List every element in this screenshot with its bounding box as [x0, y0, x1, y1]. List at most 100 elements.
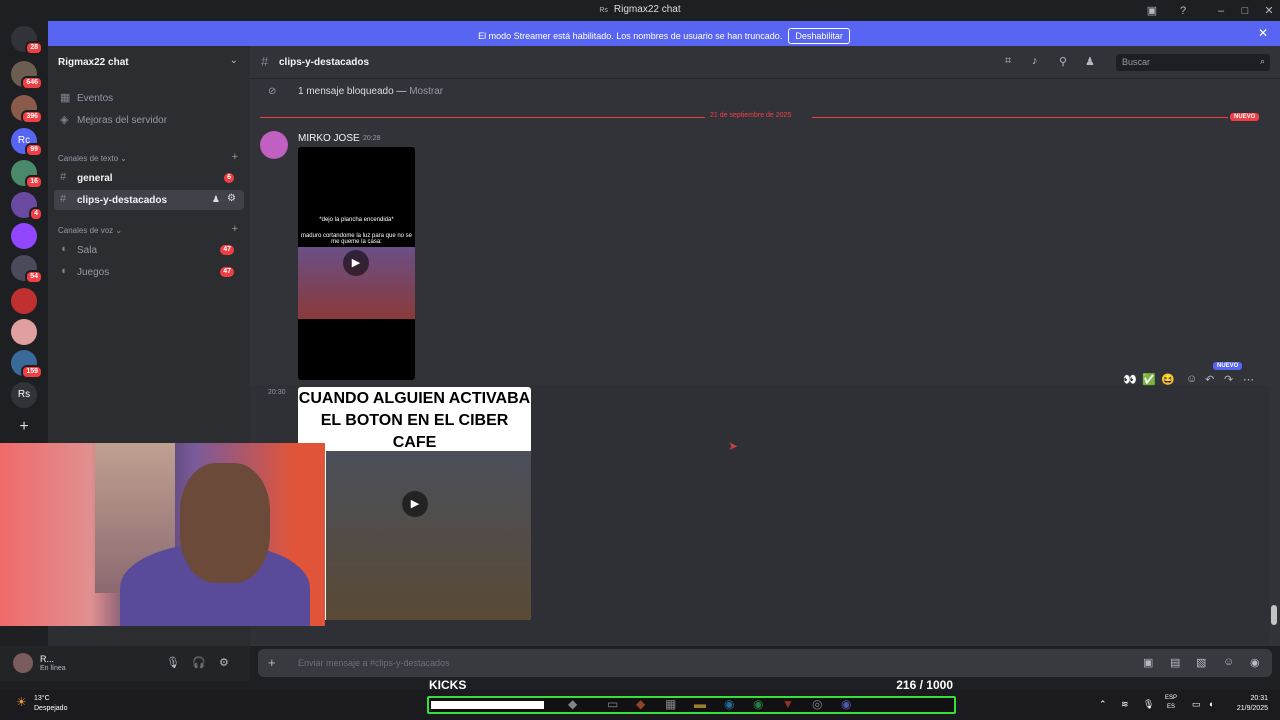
gift-icon[interactable]: ▣	[1143, 656, 1153, 669]
close-window-button[interactable]: ✕	[1262, 4, 1276, 18]
server-icon-server-rs[interactable]: Rs	[11, 382, 37, 408]
language-indicator[interactable]: ESP ES	[1165, 694, 1177, 712]
invite-icon[interactable]: ♟	[212, 194, 220, 205]
chevron-up-icon[interactable]: ⌃	[1099, 699, 1107, 710]
server-name[interactable]: Rigmax22 chat	[58, 57, 129, 68]
sidebar-item-events[interactable]: ▦ Eventos	[54, 88, 244, 108]
server-icon-server-twitch[interactable]	[11, 223, 37, 249]
server-icon-server-3[interactable]: 16	[11, 160, 43, 189]
microphone-icon[interactable]: 🎙	[1143, 699, 1154, 710]
video-attachment-1[interactable]: *dejo la plancha encendida* maduro corta…	[298, 147, 415, 380]
server-icon-server-5[interactable]: 54	[11, 255, 43, 284]
server-icon-discord-home[interactable]: 28	[11, 26, 43, 55]
play-icon[interactable]: ▶	[402, 491, 428, 517]
hash-icon: #	[261, 54, 269, 69]
more-options-icon[interactable]: ⋯	[1243, 373, 1254, 386]
help-icon[interactable]: ?	[1176, 4, 1190, 18]
inbox-icon[interactable]: ▣	[1145, 4, 1159, 18]
kicks-count: 216 / 1000	[896, 678, 953, 692]
sticker-icon[interactable]: ▧	[1196, 656, 1206, 669]
scrollbar[interactable]	[1271, 605, 1277, 625]
message-timestamp: 20:30	[268, 389, 286, 396]
gif-icon[interactable]: ▤	[1170, 656, 1180, 669]
system-clock[interactable]: 20:31 21/9/2025	[1226, 694, 1268, 714]
channel-clips-y-destacados[interactable]: # clips-y-destacados ♟ ⚙	[54, 190, 244, 210]
voice-channel-sala[interactable]: ◖ Sala 47	[54, 240, 244, 260]
avatar[interactable]	[13, 653, 33, 673]
add-reaction-icon[interactable]: ☺	[1186, 373, 1197, 385]
headphones-icon[interactable]: 🎧	[192, 656, 206, 669]
user-panel: R... En línea 🎙 🎧 ⚙	[0, 646, 250, 681]
unread-badge: 6	[224, 173, 234, 183]
avatar[interactable]	[260, 131, 288, 159]
server-icon-server-4[interactable]: 4	[11, 192, 43, 221]
weather-icon[interactable]: ☀	[16, 695, 27, 709]
display-icon[interactable]: ▭	[1192, 699, 1201, 710]
blocked-message-row: 1 mensaje bloqueado — Mostrar	[298, 86, 444, 97]
add-voice-channel-icon[interactable]: +	[232, 223, 238, 235]
message-composer[interactable]: + Enviar mensaje a #clips-y-destacados ▣…	[258, 649, 1272, 677]
composer-placeholder: Enviar mensaje a #clips-y-destacados	[298, 658, 450, 668]
pin-icon[interactable]: ⚲	[1059, 55, 1067, 68]
search-input[interactable]: Buscar ⌕	[1116, 54, 1270, 71]
webcam-overlay	[0, 443, 325, 626]
network-icon[interactable]: ≋	[1121, 699, 1129, 710]
server-icon-server-7[interactable]	[11, 319, 37, 345]
server-badge: 28	[25, 41, 43, 55]
bell-icon[interactable]: ♪	[1032, 55, 1038, 67]
minimize-button[interactable]: –	[1214, 4, 1228, 18]
server-icon-server-1[interactable]: 646	[11, 61, 43, 90]
video-caption-2: maduro cortandome la luz para que no se …	[300, 233, 413, 245]
voice-channel-juegos[interactable]: ◖ Juegos 47	[54, 262, 244, 282]
emoji-icon[interactable]: ☺	[1223, 656, 1234, 668]
maximize-button[interactable]: □	[1238, 4, 1252, 18]
server-icon-server-2[interactable]: 396	[11, 95, 43, 124]
speaker-icon: ◖	[60, 243, 67, 255]
category-voice-channels[interactable]: Canales de voz ⌄	[58, 226, 122, 235]
disable-streamer-button[interactable]: Deshabilitar	[788, 28, 850, 44]
sidebar-item-label: Eventos	[77, 93, 114, 104]
forward-icon[interactable]: ↷	[1224, 373, 1233, 386]
server-icon-server-6[interactable]	[11, 288, 37, 314]
play-icon[interactable]: ▶	[343, 250, 369, 276]
calendar-icon: ▦	[60, 92, 71, 104]
sidebar-item-boosts[interactable]: ◈ Mejoras del servidor	[54, 110, 244, 130]
message-list: ⊘ 1 mensaje bloqueado — Mostrar 21 de se…	[250, 79, 1280, 646]
server-icon-server-rc[interactable]: Rc 99	[11, 128, 43, 157]
user-name[interactable]: R...	[40, 654, 54, 664]
count-badge: 47	[220, 267, 234, 277]
reply-icon[interactable]: ↶	[1205, 373, 1214, 386]
add-server-icon[interactable]: +	[11, 414, 37, 440]
members-icon[interactable]: ♟	[1085, 55, 1095, 68]
hash-icon: #	[60, 193, 67, 205]
show-blocked-link[interactable]: Mostrar	[409, 86, 443, 97]
category-text-channels[interactable]: Canales de texto ⌄	[58, 154, 127, 163]
settings-gear-icon[interactable]: ⚙	[219, 656, 229, 669]
channel-label: Juegos	[77, 267, 110, 278]
laugh-reaction-icon[interactable]: 😆	[1161, 373, 1175, 386]
add-text-channel-icon[interactable]: +	[232, 151, 238, 163]
gear-icon[interactable]: ⚙	[227, 193, 236, 204]
blocked-icon: ⊘	[268, 86, 277, 97]
user-status: En línea	[40, 665, 66, 672]
close-banner-icon[interactable]: ✕	[1258, 26, 1268, 40]
streamer-face	[180, 463, 270, 583]
count-badge: 47	[220, 245, 234, 255]
window-title: Rs Rigmax22 chat	[599, 4, 681, 15]
apps-icon[interactable]: ◉	[1250, 656, 1260, 669]
server-badge: 4	[29, 207, 43, 221]
attach-plus-icon[interactable]: +	[268, 655, 276, 670]
message-timestamp: 20:28	[363, 135, 381, 142]
server-icon-server-8[interactable]: 159	[11, 350, 43, 379]
microphone-icon[interactable]: 🎙	[166, 656, 180, 669]
video-caption-1: *dejo la plancha encendida*	[319, 217, 394, 223]
video-attachment-2[interactable]: CUANDO ALGUIEN ACTIVABA EL BOTON EN EL C…	[298, 387, 531, 620]
threads-icon[interactable]: ⌗	[1005, 55, 1011, 68]
hash-icon: #	[60, 171, 67, 183]
channel-general[interactable]: # general 6	[54, 168, 244, 188]
check-reaction-icon[interactable]: ✅	[1142, 373, 1156, 386]
speaker-icon[interactable]: ◖	[1208, 699, 1213, 709]
chevron-down-icon[interactable]: ⌄	[230, 55, 238, 66]
eyes-reaction-icon[interactable]: 👀	[1123, 373, 1137, 386]
message-author[interactable]: MIRKO JOSE	[298, 133, 360, 144]
